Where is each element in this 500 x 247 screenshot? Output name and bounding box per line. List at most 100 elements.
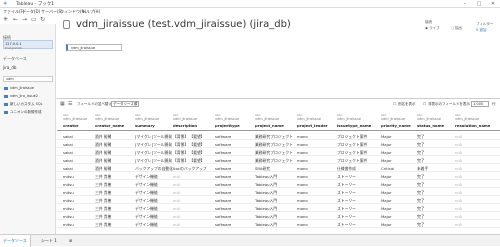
table-cell: software (215, 150, 232, 155)
column-header[interactable]: creator_name (95, 123, 124, 128)
connection-type: PostgreSQL (5, 46, 23, 50)
table-cell: software (215, 142, 232, 147)
save-icon[interactable]: ▭ (31, 16, 37, 23)
schema-select[interactable]: vdm (3, 76, 53, 82)
table-cell: 完了 (417, 222, 425, 227)
table-cell: mitsu (63, 174, 74, 179)
maximize-icon[interactable]: □ (472, 0, 486, 8)
row-count-input[interactable]: 1,000 (471, 101, 489, 107)
table-item[interactable]: vdm_jiraissue (4, 86, 34, 90)
menu-help[interactable]: ヘルプ(H) (82, 9, 100, 15)
table-row: sakai 酒井 裕輔 [マイグレ]ツール開発 【背景】 【要望】 software 業務… (57, 132, 500, 140)
refresh-icon[interactable]: ↻ (40, 16, 45, 23)
table-cell: null (455, 190, 462, 195)
column-source: vdm_jiraissue (381, 117, 405, 121)
back-icon[interactable]: ← (13, 16, 18, 23)
table-cell: null (455, 198, 462, 203)
divider[interactable] (57, 98, 500, 99)
minimize-icon[interactable]: – (458, 0, 472, 8)
table-cell: mitsu (63, 222, 74, 227)
close-icon[interactable]: ✕ (486, 0, 500, 8)
new-union-item[interactable]: ユニオンの新規作成 (4, 110, 42, 115)
column-source: vdm_jiraissue (417, 117, 441, 121)
connection-item[interactable]: 127.0.0.1 PostgreSQL (3, 40, 53, 50)
show-hidden-checkbox[interactable]: ☐ (423, 102, 426, 106)
table-cell: software (215, 134, 232, 139)
table-cell: software (215, 214, 232, 219)
table-cell: null (455, 158, 462, 163)
table-cell: software (215, 222, 232, 227)
datasource-icon (63, 20, 70, 29)
filter-add-link[interactable]: 0 追加 (476, 28, 493, 33)
tab-datasource[interactable]: データソース (0, 235, 31, 247)
canvas-table[interactable]: vdm_jiraissue (66, 44, 122, 51)
column-header[interactable]: summary (135, 123, 155, 128)
toolbar: ✳ ← → ▭ ↻ (0, 15, 56, 24)
grid-header: Abc vdm_jiraissue creator Abc vdm_jiraissue c… (57, 111, 500, 131)
table-cell: mano (297, 134, 308, 139)
table-cell: mano (297, 150, 308, 155)
status-bar: データソース シート 1 ⊞ (0, 234, 500, 247)
grid-view-icon[interactable]: ▦ (60, 101, 65, 107)
column-header[interactable]: creator (63, 123, 79, 128)
table-icon (4, 94, 8, 98)
column-header[interactable]: description (173, 123, 197, 128)
table-cell: Major (381, 190, 392, 195)
sort-label: フィールドの並べ替え (77, 102, 112, 106)
tableau-logo-icon: ✳ (3, 0, 8, 7)
column-header[interactable]: projecttype (215, 123, 240, 128)
table-cell: Major (381, 134, 392, 139)
column-header[interactable]: project_name (255, 123, 284, 128)
table-cell: mano (297, 182, 308, 187)
table-row: mitsu 三井 貴樹 デザイン機能 null software Tableau入門 man… (57, 188, 500, 196)
table-cell: mano (297, 142, 308, 147)
table-cell: sakai (63, 142, 73, 147)
table-cell: Major (381, 222, 392, 227)
table-cell: null (455, 206, 462, 211)
join-canvas[interactable] (57, 34, 500, 96)
table-cell: null (173, 206, 180, 211)
database-value[interactable]: jira_db (3, 65, 16, 70)
table-item[interactable]: vdm_jira_issue2 (4, 94, 38, 98)
tableau-home-icon[interactable]: ✳ (3, 16, 8, 23)
extract-radio[interactable]: ○ (451, 26, 454, 30)
table-cell: null (173, 190, 180, 195)
tab-sheet-1[interactable]: シート 1 (38, 235, 60, 247)
table-row: mitsu 三井 貴樹 デザイン機能 null software Tableau入門 man… (57, 180, 500, 188)
column-source: vdm_jiraissue (215, 117, 239, 121)
table-cell: null (455, 214, 462, 219)
table-cell: mano (297, 198, 308, 203)
forward-icon[interactable]: → (22, 16, 27, 23)
database-label: データベース (3, 56, 27, 61)
table-cell: software (215, 174, 232, 179)
table-cell: mano (297, 158, 308, 163)
live-radio[interactable]: ◉ (425, 26, 428, 30)
window-title: Tableau - ブック1 (16, 2, 55, 7)
table-row: mitsu 三井 貴樹 デザイン機能 null software Tableau入門 man… (57, 204, 500, 212)
column-header[interactable]: priority_name (381, 123, 411, 128)
column-header[interactable]: issuetype_name (337, 123, 371, 128)
table-cell: mano (297, 222, 308, 227)
table-cell: null (455, 134, 462, 139)
custom-sql-item[interactable]: 新しいカスタム SQL (4, 102, 43, 107)
column-header[interactable]: resolution_name (455, 123, 490, 128)
table-row: mitsu 三井 貴樹 デザイン機能 null software Tableau入門 man… (57, 196, 500, 204)
table-cell: mano (297, 166, 308, 171)
rows-label: 行 (492, 102, 496, 106)
column-header[interactable]: project_leader (297, 123, 328, 128)
column-source: vdm_jiraissue (63, 117, 87, 121)
show-alias-checkbox[interactable]: ☐ (393, 102, 396, 106)
table-cell: mano (297, 190, 308, 195)
table-cell: sakai (63, 166, 73, 171)
new-sheet-icon[interactable]: ⊞ (66, 235, 75, 247)
datasource-title[interactable]: vdm_jiraissue (test.vdm_jiraissue) (jira… (76, 19, 291, 30)
table-row: sakai 酒井 裕輔 バックアップの自動化 Itocのバックアップ software S… (57, 164, 500, 172)
table-cell: ストーリー (337, 222, 356, 227)
show-alias-label: 別名を表示 (398, 102, 416, 106)
table-cell: null (455, 166, 462, 171)
column-header[interactable]: status_name (417, 123, 444, 128)
left-pane: 接続 127.0.0.1 PostgreSQL データベース jira_db v… (0, 24, 56, 234)
list-view-icon[interactable]: ☰ (68, 101, 72, 107)
sort-select[interactable]: データソース順 (111, 101, 139, 107)
table-row: mitsu 三井 貴樹 デザイン機能 null software Tableau入門 man… (57, 212, 500, 220)
